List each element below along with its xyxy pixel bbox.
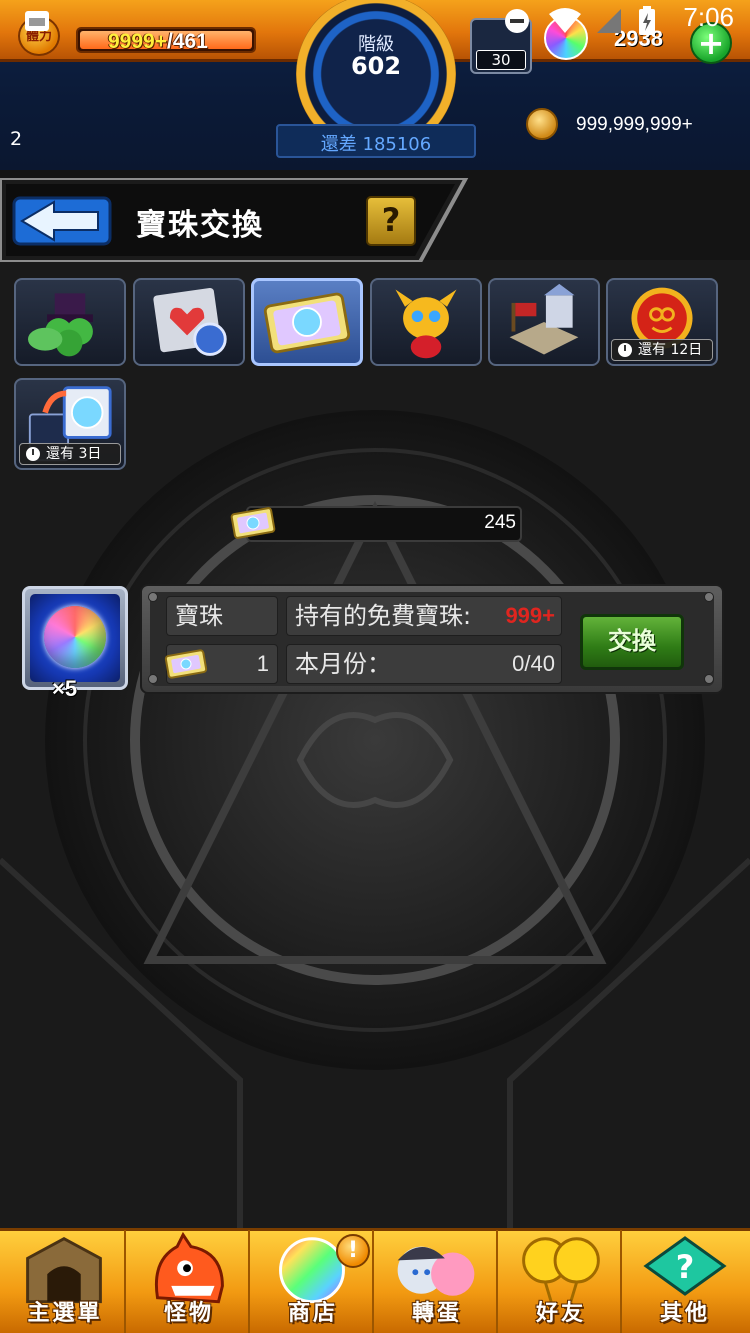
clock-icon	[618, 343, 632, 357]
shop-alert-badge: !	[336, 1234, 370, 1268]
tab-orb-ticket[interactable]	[251, 278, 363, 366]
back-button[interactable]	[12, 196, 112, 246]
clock-icon	[26, 447, 40, 461]
monthly-limit-value: 0/40	[512, 651, 555, 676]
stamina-max: /461	[166, 30, 208, 53]
nav-friends[interactable]: 好友	[500, 1230, 622, 1333]
monthly-limit-label: 本月份：	[295, 650, 391, 678]
signal-icon	[597, 9, 621, 33]
dragon-mascot-icon	[395, 289, 457, 359]
nav-monster[interactable]: 怪物	[128, 1230, 250, 1333]
nav-label: 其他	[659, 1301, 710, 1326]
heart-card-icon	[153, 287, 227, 356]
tab-timer-text: 還有 3日	[46, 446, 102, 462]
castle-icon	[509, 283, 579, 355]
free-orbs-cell: 持有的免費寶珠: 999+	[286, 596, 562, 636]
tab-dragon-mascot[interactable]	[370, 278, 482, 366]
panel-rivet	[148, 674, 158, 684]
nav-label: 怪物	[163, 1301, 214, 1326]
nav-label: 轉蛋	[411, 1301, 462, 1326]
tab-clover-hat[interactable]	[14, 278, 126, 366]
stamina-current: 9999+	[108, 30, 167, 53]
free-orbs-value: 999+	[505, 603, 555, 628]
reward-quantity: ×5	[52, 676, 78, 701]
stamina-text: 9999+/461	[108, 30, 208, 54]
orb-ticket-icon	[164, 649, 208, 679]
panel-rivet	[148, 592, 158, 602]
tab-heart-card[interactable]	[133, 278, 245, 366]
notification-icon	[25, 11, 49, 31]
tab-medal[interactable]: 還有 12日	[606, 278, 718, 366]
exchange-button[interactable]: 交換	[580, 614, 684, 670]
monthly-limit-cell: 本月份： 0/40	[286, 644, 562, 684]
rainbow-orb-icon	[44, 606, 106, 668]
tab-timer: 還有 12日	[611, 339, 713, 361]
page-title: 寶珠交換	[136, 208, 264, 243]
left-number: 2	[10, 128, 23, 150]
orb-ticket-icon	[263, 292, 351, 354]
nav-other[interactable]: ? 其他	[624, 1230, 746, 1333]
item-name: 寶珠	[175, 602, 223, 630]
orb-box-count: 30	[476, 50, 526, 70]
status-time: 7:06	[683, 2, 734, 32]
tab-timer-text: 還有 12日	[638, 342, 703, 358]
gold-amount: 999,999,999+	[576, 114, 693, 135]
svg-text:?: ?	[676, 1248, 695, 1286]
status-bar: 7:06	[0, 0, 750, 35]
panel-rivet	[704, 592, 714, 602]
nav-gacha[interactable]: 轉蛋	[376, 1230, 498, 1333]
rank-remaining: 還差 185106	[320, 134, 432, 155]
wifi-icon	[549, 8, 581, 33]
help-button[interactable]: ?	[366, 196, 416, 246]
nav-label: 主選單	[27, 1301, 103, 1326]
rank-value: 602	[350, 52, 402, 80]
clover-hat-icon	[28, 293, 93, 357]
panel-rivet	[704, 674, 714, 684]
cost-value: 1	[256, 651, 269, 676]
tab-castle[interactable]	[488, 278, 600, 366]
tab-orb-exchange-card[interactable]: 還有 3日	[14, 378, 126, 470]
nav-main-menu[interactable]: 主選單	[4, 1230, 126, 1333]
tab-timer: 還有 3日	[19, 443, 121, 465]
nav-label: 商店	[287, 1301, 338, 1326]
gold-coin-icon	[526, 108, 558, 140]
dnd-icon	[505, 9, 529, 33]
ticket-count: 245	[484, 512, 516, 533]
nav-label: 好友	[535, 1301, 586, 1326]
free-orbs-label: 持有的免費寶珠:	[295, 602, 472, 630]
battery-icon	[639, 6, 655, 35]
item-name-cell: 寶珠	[166, 596, 278, 636]
